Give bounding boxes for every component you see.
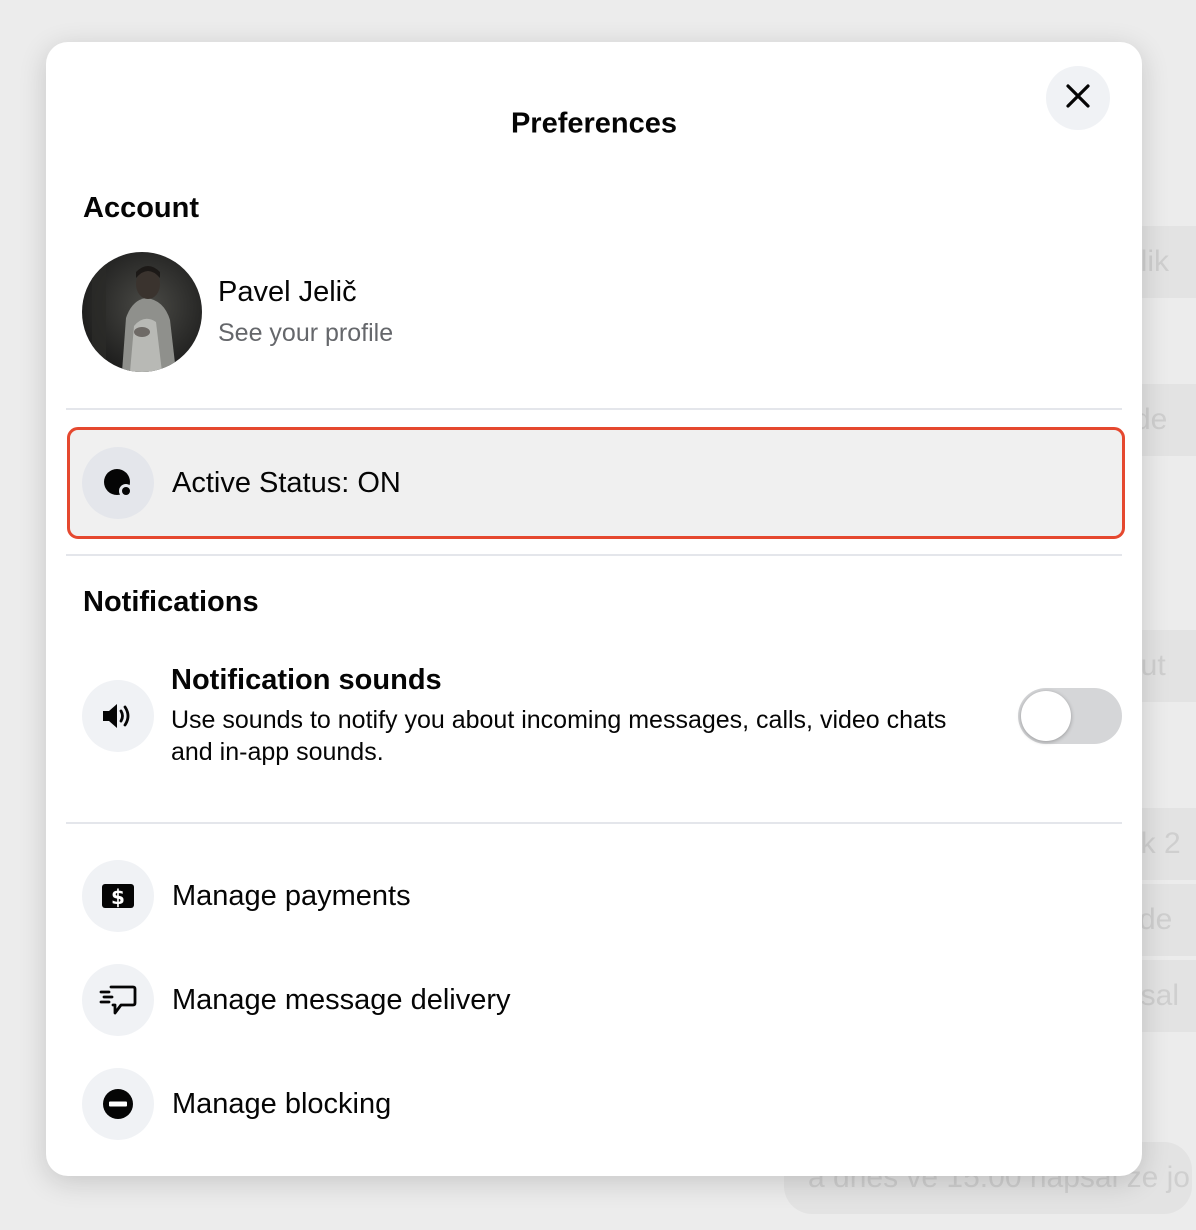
block-icon bbox=[82, 1068, 154, 1140]
profile-name: Pavel Jelič bbox=[218, 276, 357, 308]
account-heading: Account bbox=[83, 192, 199, 224]
manage-message-delivery-label: Manage message delivery bbox=[172, 983, 511, 1016]
manage-payments-row[interactable]: $ Manage payments bbox=[70, 858, 1122, 934]
message-delivery-icon bbox=[82, 964, 154, 1036]
close-icon bbox=[1065, 83, 1091, 114]
notification-sounds-toggle[interactable] bbox=[1018, 688, 1122, 744]
notification-sounds-title: Notification sounds bbox=[171, 664, 442, 696]
svg-text:$: $ bbox=[111, 885, 125, 909]
close-button[interactable] bbox=[1046, 66, 1110, 130]
toggle-knob bbox=[1021, 691, 1071, 741]
divider bbox=[66, 408, 1122, 410]
manage-blocking-row[interactable]: Manage blocking bbox=[70, 1066, 1122, 1142]
notifications-heading: Notifications bbox=[83, 586, 259, 618]
dollar-card-icon: $ bbox=[82, 860, 154, 932]
active-status-label: Active Status: ON bbox=[172, 466, 401, 499]
notification-sounds-description: Use sounds to notify you about incoming … bbox=[171, 706, 947, 766]
manage-blocking-label: Manage blocking bbox=[172, 1087, 392, 1120]
active-status-icon bbox=[82, 447, 154, 519]
preferences-dialog: Preferences Account Pavel Jelič See your… bbox=[46, 42, 1142, 1176]
dialog-title: Preferences bbox=[510, 107, 678, 140]
divider bbox=[66, 822, 1122, 824]
divider bbox=[66, 554, 1122, 556]
active-status-row[interactable]: Active Status: ON bbox=[67, 427, 1125, 539]
manage-payments-label: Manage payments bbox=[172, 879, 411, 912]
see-profile-link[interactable]: See your profile bbox=[218, 319, 393, 348]
speaker-icon bbox=[82, 680, 154, 752]
avatar[interactable] bbox=[82, 252, 202, 372]
profile-photo bbox=[82, 252, 202, 372]
manage-message-delivery-row[interactable]: Manage message delivery bbox=[70, 962, 1122, 1038]
notification-sounds-row: Notification sounds Use sounds to notify… bbox=[70, 664, 1122, 768]
